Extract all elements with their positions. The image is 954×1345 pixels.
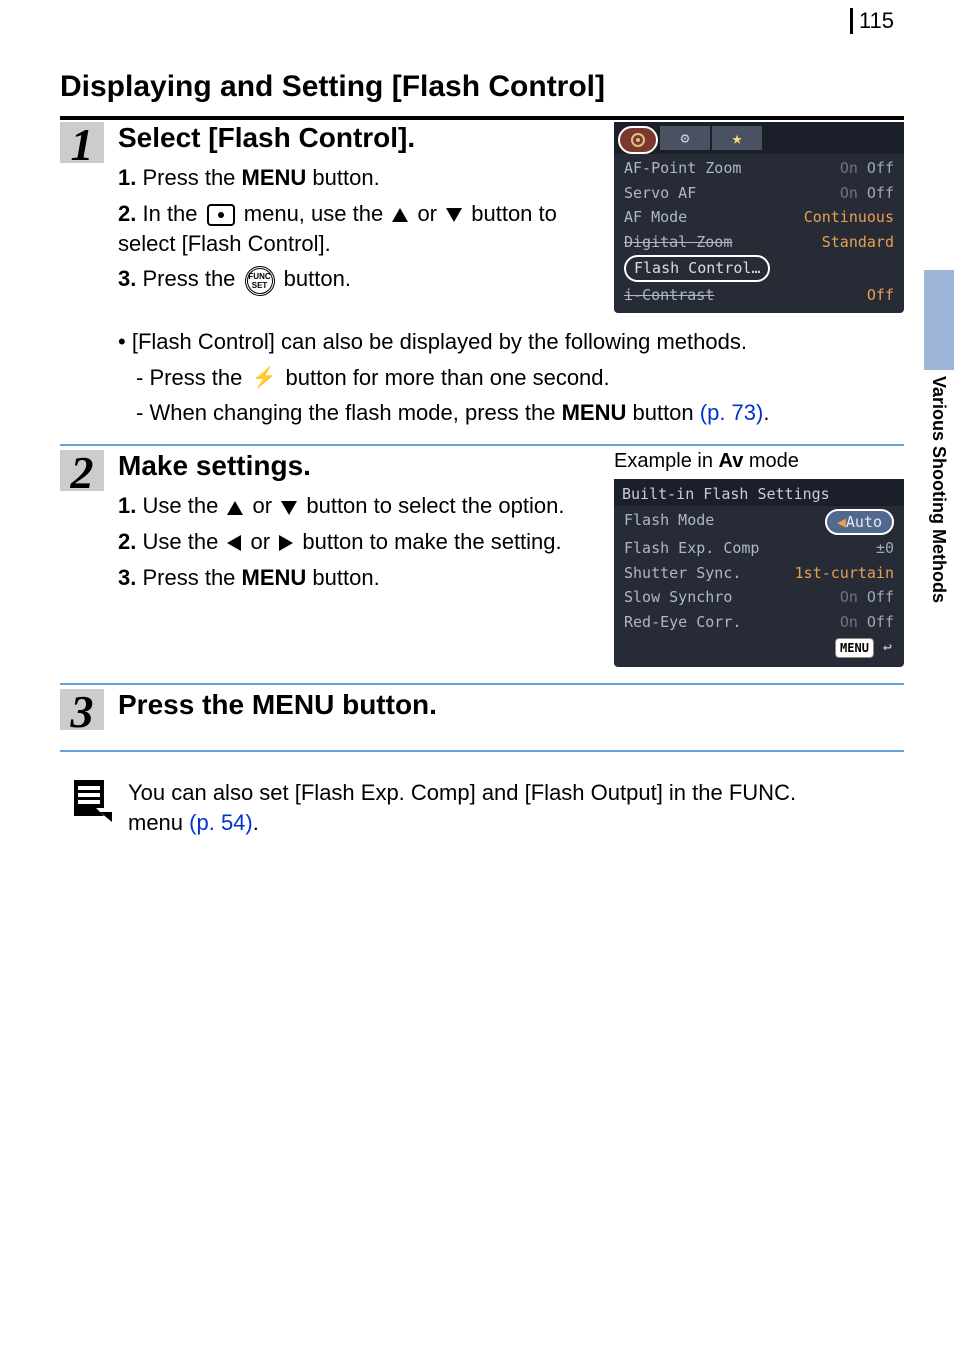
menu-row-highlighted: Flash Control… xyxy=(622,254,896,283)
rec-menu-icon xyxy=(207,204,235,226)
section-heading: Displaying and Setting [Flash Control] xyxy=(60,70,904,104)
tab-rec-icon xyxy=(618,126,658,154)
menu-row: Servo AFOn Off xyxy=(622,181,896,206)
menu-row: i-ContrastOff xyxy=(622,283,896,308)
example-label: Example in Av mode xyxy=(614,450,904,473)
note-icon xyxy=(70,778,114,822)
step-divider xyxy=(60,444,904,446)
func-set-icon: FUNC SET xyxy=(245,266,275,296)
camera-screen-1: ⚙ ★ AF-Point ZoomOn Off Servo AFOn Off A… xyxy=(614,122,904,313)
page-number-mark: 115 xyxy=(850,8,894,34)
menu-row: Digital ZoomStandard xyxy=(622,230,896,255)
note-text: You can also set [Flash Exp. Comp] and [… xyxy=(128,778,848,837)
step1-item3: 3. Press the FUNC SET button. xyxy=(118,264,598,295)
right-arrow-icon xyxy=(279,535,293,551)
step-2: 2 Make settings. 1. Use the or xyxy=(60,450,904,667)
menu-return: MENU ↩ xyxy=(622,634,896,661)
step-3-title: Press the MENU button. xyxy=(118,689,904,721)
step-number-box: 1 xyxy=(60,122,104,163)
step-divider xyxy=(60,750,904,752)
step-1-title: Select [Flash Control]. xyxy=(118,122,598,154)
tab-tools-icon: ⚙ xyxy=(660,126,710,150)
step-number-box: 2 xyxy=(60,450,104,491)
step-number: 1 xyxy=(60,124,104,165)
step-1: 1 Select [Flash Control]. 1. Press the M… xyxy=(60,122,904,428)
step-number: 3 xyxy=(60,691,104,732)
page-link-54[interactable]: (p. 54) xyxy=(189,810,253,835)
menu-row: AF-Point ZoomOn Off xyxy=(622,156,896,181)
step1-item2: 2. In the menu, use the or button to sel… xyxy=(118,199,598,258)
page-link-73[interactable]: (p. 73) xyxy=(700,400,764,425)
left-arrow-icon xyxy=(227,535,241,551)
section-rule xyxy=(60,116,904,120)
page-number: 115 xyxy=(859,8,894,33)
step-number-box: 3 xyxy=(60,689,104,730)
camera-tabs: ⚙ ★ xyxy=(614,122,904,154)
screen2-title: Built-in Flash Settings xyxy=(614,479,904,506)
content: Displaying and Setting [Flash Control] 1… xyxy=(0,0,954,837)
step2-item2: 2. Use the or button to make the setting… xyxy=(118,527,598,557)
menu-row: Shutter Sync.1st-curtain xyxy=(622,561,896,586)
up-arrow-icon xyxy=(227,501,243,515)
tab-mymenu-icon: ★ xyxy=(712,126,762,150)
step1-dash1: - Press the ⚡ button for more than one s… xyxy=(118,363,904,393)
step2-item1: 1. Use the or button to select the optio… xyxy=(118,491,598,521)
menu-row: Flash Exp. Comp±0 xyxy=(622,536,896,561)
menu-row: AF ModeContinuous xyxy=(622,205,896,230)
menu-row: Red-Eye Corr.On Off xyxy=(622,610,896,635)
camera-screen-2: Built-in Flash Settings Flash Mode◀Auto … xyxy=(614,479,904,667)
down-arrow-icon xyxy=(446,208,462,222)
menu-row: Slow SynchroOn Off xyxy=(622,585,896,610)
flash-icon: ⚡ xyxy=(252,365,277,392)
step-divider xyxy=(60,683,904,685)
step-2-title: Make settings. xyxy=(118,450,598,482)
down-arrow-icon xyxy=(281,501,297,515)
step-3: 3 Press the MENU button. xyxy=(60,689,904,730)
up-arrow-icon xyxy=(392,208,408,222)
step1-bullet: • [Flash Control] can also be displayed … xyxy=(118,327,904,357)
step-number: 2 xyxy=(60,452,104,493)
menu-row-highlighted: Flash Mode◀Auto xyxy=(622,508,896,537)
step1-dash2: - When changing the flash mode, press th… xyxy=(118,398,904,428)
side-tab: Various Shooting Methods xyxy=(924,270,954,650)
step1-item1: 1. Press the MENU button. xyxy=(118,163,598,193)
side-tab-color xyxy=(924,270,954,370)
side-tab-label: Various Shooting Methods xyxy=(924,370,953,609)
note: You can also set [Flash Exp. Comp] and [… xyxy=(60,778,904,837)
step2-item3: 3. Press the MENU button. xyxy=(118,563,598,593)
